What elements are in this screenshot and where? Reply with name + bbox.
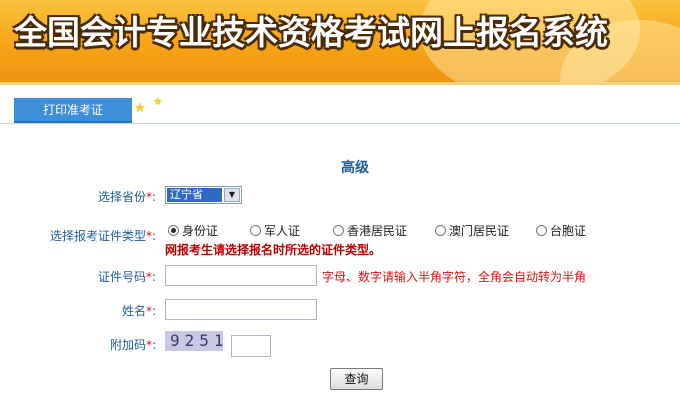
tab-print-admission-ticket[interactable]: 打印准考证 (14, 98, 132, 123)
page-heading: 高级 (341, 160, 369, 176)
province-select[interactable]: 辽宁省 ▼ (165, 186, 242, 204)
name-input[interactable] (165, 299, 317, 320)
captcha-image[interactable]: 9251 (165, 331, 224, 351)
id-number-input[interactable] (165, 265, 317, 286)
id-type-label: 选择报考证件类型*: (49, 229, 156, 243)
name-label: 姓名*: (121, 304, 156, 318)
radio-hongkong-id[interactable]: 香港居民证 (333, 222, 407, 239)
province-label: 选择省份*: (97, 190, 156, 204)
radio-taiwan-id[interactable]: 台胞证 (536, 222, 586, 239)
radio-button-icon[interactable] (250, 225, 261, 236)
star-icon: ★ (134, 101, 146, 116)
captcha-input[interactable] (231, 335, 271, 357)
radio-id-card[interactable]: 身份证 (168, 222, 218, 239)
captcha-label: 附加码*: (109, 338, 156, 352)
province-selected-value: 辽宁省 (167, 188, 222, 202)
tab-bar: 打印准考证 ★ ★ (0, 95, 680, 124)
radio-button-icon[interactable] (168, 225, 179, 236)
chevron-down-icon[interactable]: ▼ (224, 188, 240, 202)
star-icon: ★ (153, 95, 163, 108)
system-title: 全国会计专业技术资格考试网上报名系统 (14, 13, 608, 52)
id-number-label: 证件号码*: (97, 270, 156, 284)
radio-button-icon[interactable] (333, 225, 344, 236)
radio-macau-id[interactable]: 澳门居民证 (435, 222, 509, 239)
id-number-hint: 字母、数字请输入半角字符，全角会自动转为半角 (322, 270, 587, 284)
radio-button-icon[interactable] (435, 225, 446, 236)
radio-button-icon[interactable] (536, 225, 547, 236)
id-type-warning: 网报考生请选择报名时所选的证件类型。 (165, 243, 382, 257)
header-banner: 全国会计专业技术资格考试网上报名系统 (0, 0, 680, 85)
query-button[interactable]: 查询 (330, 368, 383, 390)
radio-military-id[interactable]: 军人证 (250, 222, 300, 239)
